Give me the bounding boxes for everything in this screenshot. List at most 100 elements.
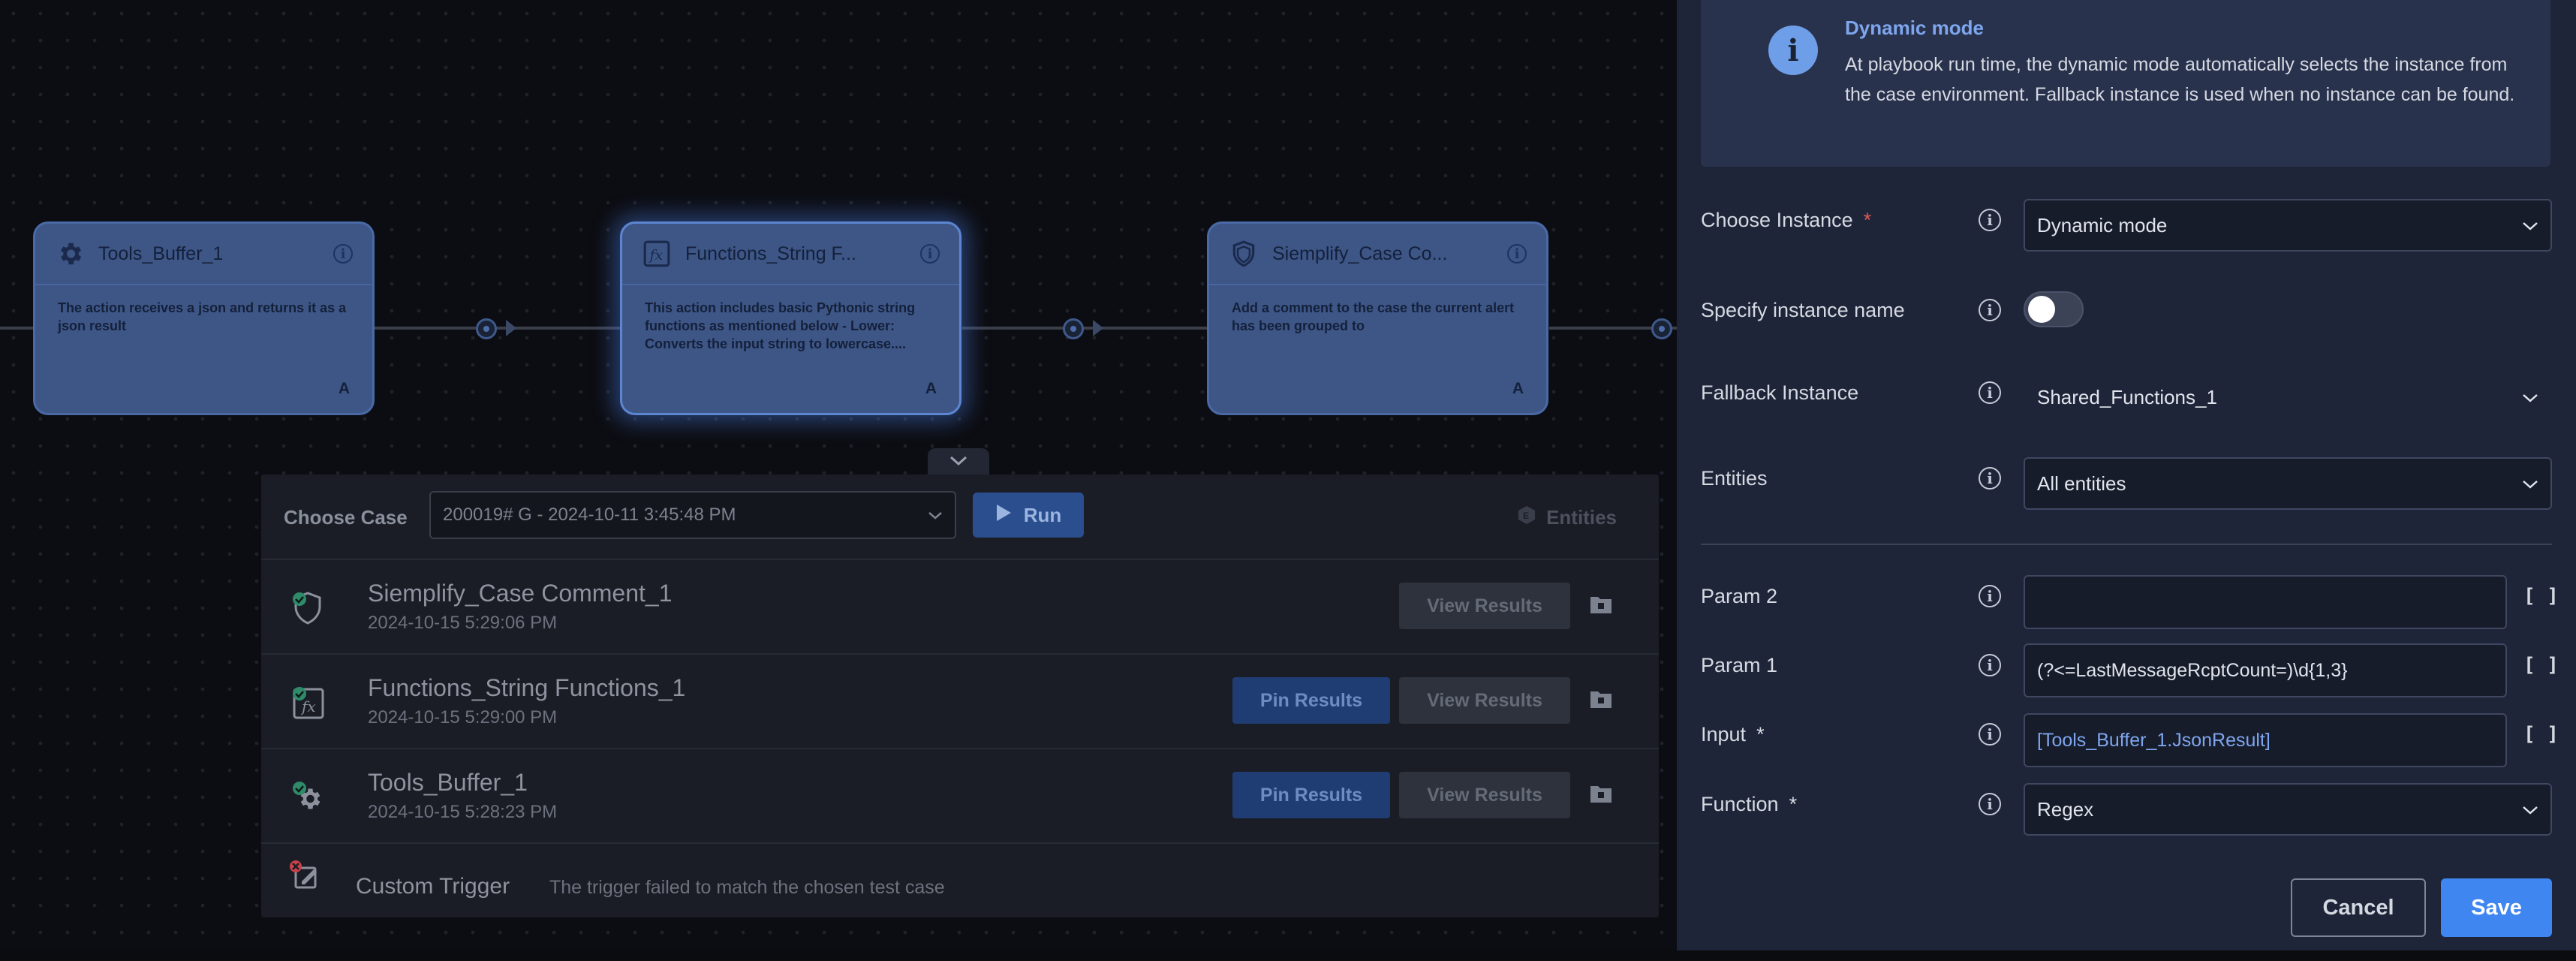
fallback-instance-select[interactable]: Shared_Functions_1 xyxy=(2024,371,2552,423)
param1-label: Param 1 xyxy=(1701,654,1778,676)
arrow-head-icon xyxy=(506,320,516,336)
pin-results-button[interactable]: Pin Results xyxy=(1232,677,1390,724)
info-icon[interactable]: i xyxy=(1979,467,2001,490)
info-icon[interactable]: i xyxy=(333,244,353,264)
specify-instance-name-toggle[interactable] xyxy=(2024,291,2084,327)
choose-instance-label: Choose Instance * xyxy=(1701,209,1872,231)
arrow-head-icon xyxy=(1093,320,1103,336)
action-config-panel: i Dynamic mode At playbook run time, the… xyxy=(1677,0,2576,961)
folder-icon[interactable] xyxy=(1590,595,1612,614)
specify-instance-name-label: Specify instance name xyxy=(1701,299,1905,321)
playbook-node-siemplify-case-comment[interactable]: Siemplify_Case Co... i Add a comment to … xyxy=(1207,221,1548,415)
edge xyxy=(0,327,35,330)
test-panel-header: Choose Case 200019# G - 2024-10-11 3:45:… xyxy=(261,474,1659,559)
row-timestamp: 2024-10-15 5:29:06 PM xyxy=(368,613,558,633)
param1-input[interactable]: (?<=LastMessageRcptCount=)\d{1,3} xyxy=(2024,643,2507,697)
node-title: Functions_String F... xyxy=(685,243,856,264)
entities-select[interactable]: All entities xyxy=(2024,457,2552,510)
param2-input[interactable] xyxy=(2024,575,2507,629)
insert-placeholder-button[interactable]: [ ] xyxy=(2523,654,2559,676)
folder-icon[interactable] xyxy=(1590,689,1612,709)
node-description: The action receives a json and returns i… xyxy=(58,300,347,333)
entities-button[interactable]: E Entities xyxy=(1516,505,1617,531)
svg-text:fx: fx xyxy=(300,697,316,715)
row-action-name: Siemplify_Case Comment_1 xyxy=(368,580,673,607)
node-badge: A xyxy=(925,380,937,397)
node-title: Siemplify_Case Co... xyxy=(1272,243,1448,264)
playbook-canvas[interactable]: Tools_Buffer_1 i The action receives a j… xyxy=(0,0,1677,961)
chevron-down-icon xyxy=(2522,472,2538,496)
node-description: Add a comment to the case the current al… xyxy=(1232,300,1515,333)
row-timestamp: 2024-10-15 5:29:00 PM xyxy=(368,707,558,728)
entities-value: All entities xyxy=(2037,471,2126,495)
trigger-row: Custom Trigger The trigger failed to mat… xyxy=(261,842,1659,919)
info-icon[interactable]: i xyxy=(1979,299,2001,321)
node-header: fx Functions_String F... i xyxy=(622,224,959,285)
trigger-message: The trigger failed to match the chosen t… xyxy=(549,877,945,898)
folder-icon[interactable] xyxy=(1590,784,1612,803)
info-icon[interactable]: i xyxy=(1979,654,2001,676)
node-badge: A xyxy=(1512,380,1524,397)
entities-icon: E xyxy=(1516,505,1537,531)
connector-dot[interactable] xyxy=(1063,318,1084,339)
test-panel: Choose Case 200019# G - 2024-10-11 3:45:… xyxy=(261,474,1659,917)
row-action-name: Tools_Buffer_1 xyxy=(368,769,528,796)
view-results-button[interactable]: View Results xyxy=(1399,583,1570,629)
choose-instance-select[interactable]: Dynamic mode xyxy=(2024,199,2552,252)
cancel-button[interactable]: Cancel xyxy=(2291,878,2426,937)
connector-dot[interactable] xyxy=(476,318,497,339)
row-action-name: Functions_String Functions_1 xyxy=(368,674,686,701)
result-row: Siemplify_Case Comment_1 2024-10-15 5:29… xyxy=(261,559,1659,655)
play-icon xyxy=(995,504,1012,527)
chevron-down-icon xyxy=(928,505,943,526)
node-badge: A xyxy=(338,380,350,397)
info-icon[interactable]: i xyxy=(1979,585,2001,607)
collapse-test-panel-button[interactable] xyxy=(928,448,989,477)
function-check-icon: fx xyxy=(288,683,327,722)
info-icon[interactable]: i xyxy=(1507,244,1527,264)
info-icon[interactable]: i xyxy=(1979,793,2001,815)
run-button[interactable]: Run xyxy=(973,493,1084,538)
view-results-button[interactable]: View Results xyxy=(1399,677,1570,724)
info-icon[interactable]: i xyxy=(920,244,940,264)
gear-icon xyxy=(55,239,85,269)
view-results-button[interactable]: View Results xyxy=(1399,772,1570,818)
gear-check-icon xyxy=(288,778,327,817)
connector-dot[interactable] xyxy=(1651,318,1672,339)
info-icon[interactable]: i xyxy=(1979,381,2001,404)
result-row: fx Functions_String Functions_1 2024-10-… xyxy=(261,653,1659,749)
entities-label: Entities xyxy=(1701,467,1768,490)
info-icon[interactable]: i xyxy=(1979,209,2001,231)
entities-label: Entities xyxy=(1546,506,1617,529)
svg-text:fx: fx xyxy=(649,247,664,264)
trigger-error-icon xyxy=(288,859,327,898)
row-timestamp: 2024-10-15 5:28:23 PM xyxy=(368,802,558,822)
fallback-instance-label: Fallback Instance xyxy=(1701,381,1859,404)
function-label: Function * xyxy=(1701,793,1798,815)
section-divider xyxy=(1701,544,2552,545)
chevron-down-icon xyxy=(949,455,968,471)
shield-icon xyxy=(1229,239,1259,269)
insert-placeholder-button[interactable]: [ ] xyxy=(2523,723,2559,746)
dynamic-mode-banner: i Dynamic mode At playbook run time, the… xyxy=(1701,0,2550,167)
node-title: Tools_Buffer_1 xyxy=(98,243,224,264)
save-button[interactable]: Save xyxy=(2441,878,2552,937)
chevron-down-icon xyxy=(2522,214,2538,237)
run-label: Run xyxy=(1023,503,1062,526)
result-row: Tools_Buffer_1 2024-10-15 5:28:23 PM Pin… xyxy=(261,748,1659,844)
choose-instance-value: Dynamic mode xyxy=(2037,213,2168,236)
chevron-down-icon xyxy=(2522,798,2538,821)
chevron-down-icon xyxy=(2522,386,2538,409)
input-field[interactable]: [Tools_Buffer_1.JsonResult] xyxy=(2024,713,2507,767)
banner-text: At playbook run time, the dynamic mode a… xyxy=(1845,54,2515,105)
pin-results-button[interactable]: Pin Results xyxy=(1232,772,1390,818)
function-select[interactable]: Regex xyxy=(2024,783,2552,836)
case-select[interactable]: 200019# G - 2024-10-11 3:45:48 PM xyxy=(429,491,956,539)
banner-title: Dynamic mode xyxy=(1845,17,1984,39)
choose-case-label: Choose Case xyxy=(284,506,408,529)
playbook-node-functions-string[interactable]: fx Functions_String F... i This action i… xyxy=(620,221,961,415)
toggle-knob xyxy=(2028,296,2055,323)
playbook-node-tools-buffer[interactable]: Tools_Buffer_1 i The action receives a j… xyxy=(33,221,375,415)
insert-placeholder-button[interactable]: [ ] xyxy=(2523,585,2559,607)
info-icon[interactable]: i xyxy=(1979,723,2001,746)
